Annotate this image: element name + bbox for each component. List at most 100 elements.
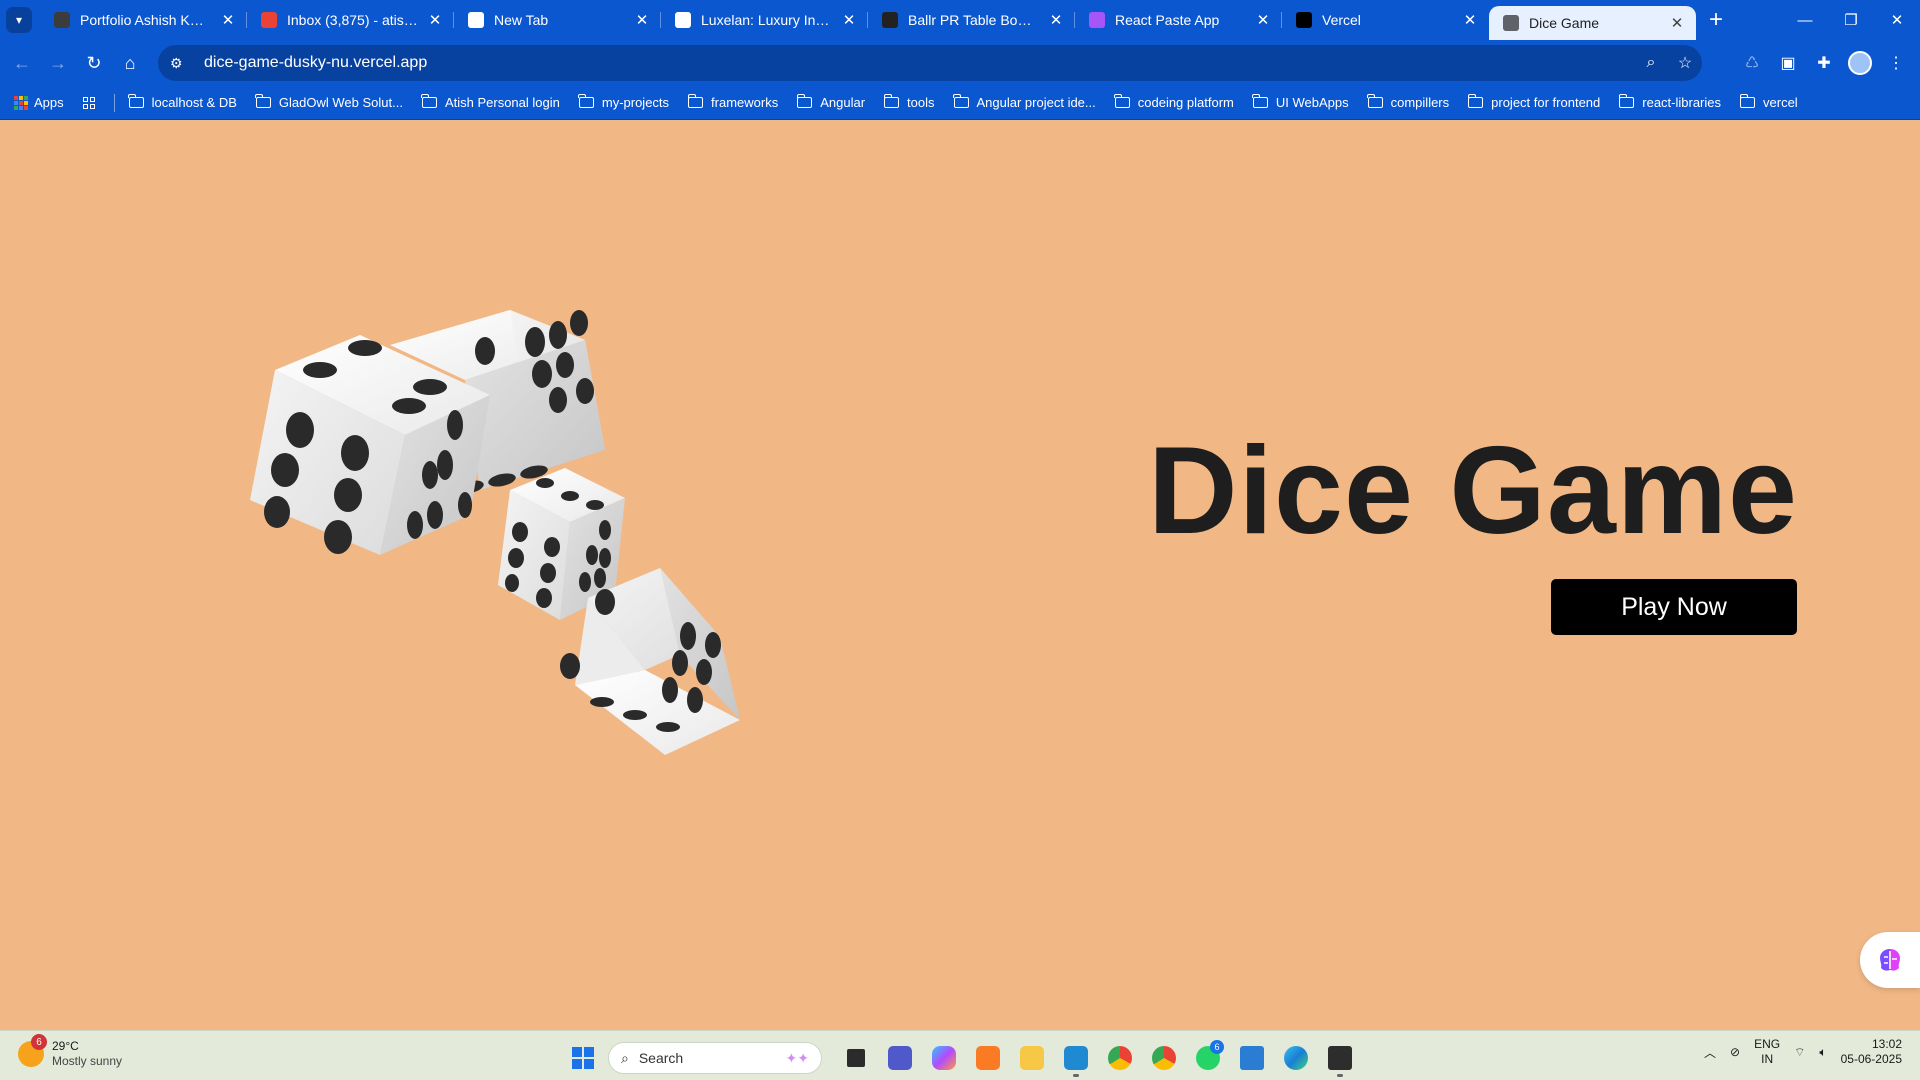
ballr-favicon-icon bbox=[882, 12, 898, 28]
volume-icon[interactable]: 🔈︎ bbox=[1819, 1045, 1826, 1060]
network-offline-icon[interactable]: ⊘ bbox=[1730, 1045, 1740, 1059]
copilot-icon[interactable] bbox=[922, 1038, 966, 1078]
tab-close-icon[interactable]: ✕ bbox=[1461, 11, 1479, 29]
menu-dots-icon[interactable]: ⋮ bbox=[1878, 45, 1914, 81]
recycle-extension-icon[interactable]: ♺ bbox=[1734, 45, 1770, 81]
bookmark-folder[interactable]: react-libraries bbox=[1618, 94, 1721, 110]
terminal-icon[interactable] bbox=[1318, 1038, 1362, 1078]
tab-dice-game[interactable]: Dice Game ✕ bbox=[1489, 6, 1696, 40]
cast-icon[interactable]: ▣ bbox=[1770, 45, 1806, 81]
home-icon[interactable]: ⌂ bbox=[112, 45, 148, 81]
bookmark-label: frameworks bbox=[711, 95, 779, 110]
tab-luxelan-luxury-interior-d[interactable]: Luxelan: Luxury Interior D ✕ bbox=[661, 0, 868, 40]
tab-react-paste-app[interactable]: React Paste App ✕ bbox=[1075, 0, 1282, 40]
tab-inbox-3-875-atishkamb[interactable]: Inbox (3,875) - atishkamb ✕ bbox=[247, 0, 454, 40]
notepad-icon[interactable] bbox=[1230, 1038, 1274, 1078]
tab-new-tab[interactable]: New Tab ✕ bbox=[454, 0, 661, 40]
reload-icon[interactable]: ↻ bbox=[76, 45, 112, 81]
site-info-icon[interactable]: ⚙ bbox=[170, 55, 192, 72]
weather-widget[interactable]: 6 29°C Mostly sunny bbox=[18, 1034, 122, 1069]
bookmark-folder[interactable]: compillers bbox=[1367, 94, 1449, 110]
url-text[interactable]: dice-game-dusky-nu.vercel.app bbox=[204, 54, 1634, 72]
close-window-icon[interactable]: ✕ bbox=[1874, 0, 1920, 40]
tab-close-icon[interactable]: ✕ bbox=[1668, 14, 1686, 32]
language-indicator[interactable]: ENG IN bbox=[1754, 1037, 1780, 1067]
tab-portfolio-ashish-kamble[interactable]: Portfolio Ashish Kamble | ✕ bbox=[40, 0, 247, 40]
bookmark-star-icon[interactable]: ☆ bbox=[1668, 53, 1702, 73]
tab-title: Ballr PR Table Booking Ap bbox=[908, 12, 1039, 28]
tab-search-button[interactable]: ▾ bbox=[6, 7, 32, 33]
folder-icon bbox=[1114, 94, 1130, 108]
bookmark-folder[interactable]: Angular bbox=[796, 94, 866, 110]
new-tab-button[interactable]: + bbox=[1696, 0, 1736, 40]
bookmark-folder[interactable]: Atish Personal login bbox=[421, 94, 560, 110]
chrome-icon[interactable] bbox=[1098, 1038, 1142, 1078]
tab-title: Luxelan: Luxury Interior D bbox=[701, 12, 832, 28]
dice-illustration bbox=[250, 310, 740, 755]
extensions-icon[interactable]: ✚ bbox=[1806, 45, 1842, 81]
bookmark-folder[interactable]: GladOwl Web Solut... bbox=[255, 94, 403, 110]
back-icon[interactable]: ← bbox=[4, 45, 40, 81]
address-bar[interactable]: ⚙ dice-game-dusky-nu.vercel.app ⌕ ☆ bbox=[158, 45, 1702, 81]
bookmarks-bar: Apps localhost & DB GladOwl Web Solut... A… bbox=[0, 86, 1920, 120]
tab-close-icon[interactable]: ✕ bbox=[840, 11, 858, 29]
forward-icon[interactable]: → bbox=[40, 45, 76, 81]
minimize-icon[interactable]: — bbox=[1782, 0, 1828, 40]
bookmark-label: codeing platform bbox=[1137, 95, 1234, 110]
search-icon: ⌕ bbox=[621, 1049, 629, 1066]
file-explorer-icon[interactable] bbox=[1010, 1038, 1054, 1078]
teams-icon[interactable] bbox=[878, 1038, 922, 1078]
folder-icon bbox=[421, 94, 437, 108]
bookmark-label: Angular bbox=[820, 95, 866, 110]
tab-title: Vercel bbox=[1322, 12, 1361, 28]
play-now-button[interactable]: Play Now bbox=[1551, 579, 1797, 635]
folder-icon bbox=[883, 94, 900, 108]
taskbar-search[interactable]: ⌕ Search ✦✦ bbox=[608, 1042, 822, 1074]
bookmark-folder[interactable]: vercel bbox=[1739, 94, 1798, 110]
tab-close-icon[interactable]: ✕ bbox=[633, 11, 651, 29]
bookmark-folder[interactable]: Angular project ide... bbox=[953, 94, 1096, 110]
gmail-favicon-icon bbox=[261, 12, 277, 28]
weather-badge: 6 bbox=[31, 1034, 47, 1050]
tab-vercel[interactable]: Vercel ✕ bbox=[1282, 0, 1489, 40]
chrome-alt-icon[interactable] bbox=[1142, 1038, 1186, 1078]
task-view-icon[interactable] bbox=[834, 1038, 878, 1078]
bookmark-folder[interactable]: codeing platform bbox=[1114, 94, 1234, 110]
chrome-favicon-icon bbox=[468, 12, 484, 28]
whatsapp-icon[interactable]: 6 bbox=[1186, 1038, 1230, 1078]
folder-icon bbox=[1367, 94, 1383, 108]
tray-overflow-icon[interactable]: ︿ bbox=[1704, 1044, 1716, 1061]
tab-close-icon[interactable]: ✕ bbox=[1047, 11, 1065, 29]
tab-close-icon[interactable]: ✕ bbox=[1254, 11, 1272, 29]
tab-title: Portfolio Ashish Kamble | bbox=[80, 12, 211, 28]
vscode-icon[interactable] bbox=[1054, 1038, 1098, 1078]
tab-groups-icon[interactable] bbox=[82, 96, 95, 109]
bookmark-folder[interactable]: tools bbox=[883, 94, 935, 110]
bookmark-folder[interactable]: localhost & DB bbox=[128, 94, 237, 110]
bookmark-label: my-projects bbox=[601, 95, 670, 110]
tab-ballr-pr-table-booking-ap[interactable]: Ballr PR Table Booking Ap ✕ bbox=[868, 0, 1075, 40]
side-assistant-widget[interactable] bbox=[1860, 932, 1920, 988]
wifi-icon[interactable]: ⌔ bbox=[1794, 1045, 1805, 1060]
profile-avatar[interactable] bbox=[1848, 51, 1872, 75]
bookmark-folders: localhost & DB GladOwl Web Solut... Atish … bbox=[128, 94, 1817, 110]
edge-icon[interactable] bbox=[1274, 1038, 1318, 1078]
folder-icon bbox=[1618, 94, 1635, 108]
bookmark-folder[interactable]: project for frontend bbox=[1467, 94, 1601, 110]
window-controls: — ❐ ✕ bbox=[1782, 0, 1920, 40]
whatsapp-badge: 6 bbox=[1210, 1040, 1224, 1054]
xampp-icon[interactable] bbox=[966, 1038, 1010, 1078]
tab-close-icon[interactable]: ✕ bbox=[219, 11, 237, 29]
bookmark-folder[interactable]: my-projects bbox=[578, 94, 670, 110]
page-title: Dice Game bbox=[1147, 422, 1798, 560]
zoom-icon[interactable]: ⌕ bbox=[1634, 54, 1668, 72]
apps-bookmark[interactable]: Apps bbox=[14, 95, 64, 110]
restore-icon[interactable]: ❐ bbox=[1828, 0, 1874, 40]
clock[interactable]: 13:02 05-06-2025 bbox=[1841, 1037, 1902, 1067]
start-button[interactable] bbox=[572, 1047, 594, 1069]
bookmark-folder[interactable]: frameworks bbox=[687, 94, 779, 110]
bookmark-folder[interactable]: UI WebApps bbox=[1252, 94, 1349, 110]
tab-close-icon[interactable]: ✕ bbox=[426, 11, 444, 29]
system-tray: ︿ ⊘ ENG IN ⌔ 🔈︎ 13:02 05-06-2025 bbox=[1690, 1037, 1902, 1067]
bookmark-label: project for frontend bbox=[1491, 95, 1601, 110]
